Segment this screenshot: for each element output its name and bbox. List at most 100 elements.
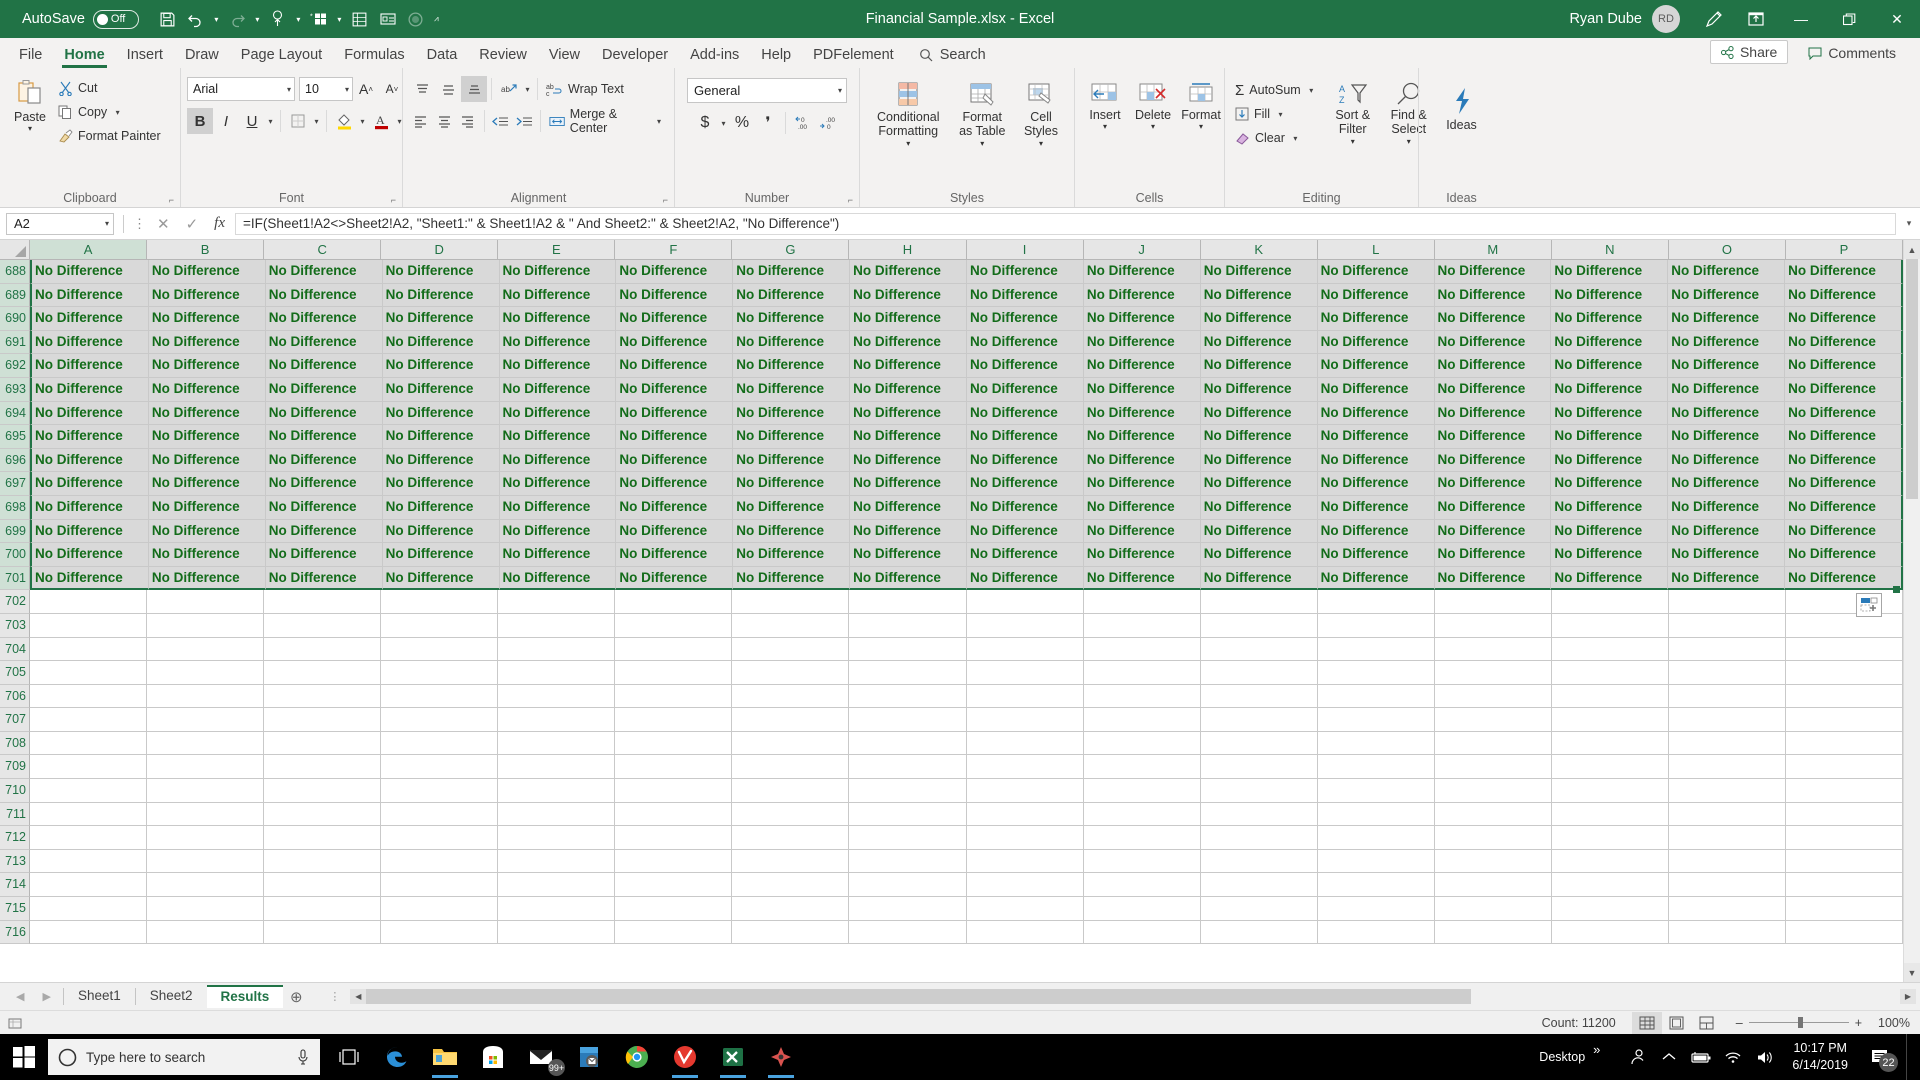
- row-header-689[interactable]: 689: [0, 283, 30, 308]
- sheet-tab-sheet2[interactable]: Sheet2: [136, 985, 207, 1008]
- row-header-694[interactable]: 694: [0, 401, 30, 426]
- cell-A705[interactable]: [30, 661, 148, 685]
- close-button[interactable]: ✕: [1874, 0, 1920, 38]
- accounting-format-button[interactable]: $: [692, 110, 718, 136]
- cell-F715[interactable]: [615, 897, 733, 921]
- font-name-combo[interactable]: Arial ▾: [187, 77, 295, 101]
- cell-F688[interactable]: No Difference: [616, 260, 734, 284]
- cell-A708[interactable]: [30, 731, 148, 756]
- cell-A698[interactable]: No Difference: [30, 495, 149, 520]
- fill-caret-icon[interactable]: ▾: [1275, 110, 1286, 119]
- cell-J701[interactable]: No Difference: [1083, 566, 1201, 591]
- cell-M692[interactable]: No Difference: [1434, 354, 1552, 378]
- cell-C701[interactable]: No Difference: [265, 566, 383, 591]
- touch-caret-icon[interactable]: ▾: [293, 6, 304, 32]
- cell-N693[interactable]: No Difference: [1551, 377, 1669, 402]
- row-header-705[interactable]: 705: [0, 661, 30, 685]
- cell-F714[interactable]: [615, 873, 733, 898]
- cell-G705[interactable]: [732, 661, 850, 685]
- underline-button[interactable]: U: [239, 108, 265, 134]
- cell-I699[interactable]: No Difference: [967, 519, 1084, 544]
- tab-data[interactable]: Data: [416, 45, 469, 69]
- cell-F690[interactable]: No Difference: [616, 307, 734, 331]
- cell-I688[interactable]: No Difference: [967, 260, 1084, 284]
- cell-P703[interactable]: [1785, 613, 1903, 638]
- tab-file[interactable]: File: [8, 45, 53, 69]
- autosum-caret-icon[interactable]: ▾: [1306, 86, 1317, 95]
- cell-P710[interactable]: [1785, 779, 1903, 803]
- cell-F708[interactable]: [615, 731, 733, 756]
- cell-I708[interactable]: [966, 731, 1084, 756]
- row-header-704[interactable]: 704: [0, 637, 30, 662]
- cell-J698[interactable]: No Difference: [1083, 495, 1201, 520]
- cell-I696[interactable]: No Difference: [967, 448, 1084, 473]
- cell-O688[interactable]: No Difference: [1668, 260, 1786, 284]
- middle-align-button[interactable]: [435, 76, 461, 102]
- copy-button[interactable]: Copy ▾: [54, 100, 165, 124]
- normal-view-icon[interactable]: [1631, 1011, 1662, 1034]
- cell-C711[interactable]: [264, 802, 382, 827]
- cell-L709[interactable]: [1317, 755, 1435, 780]
- cell-F713[interactable]: [615, 849, 733, 874]
- sheet-nav-arrows[interactable]: ◀ ▶: [0, 990, 63, 1003]
- cell-O707[interactable]: [1668, 708, 1786, 732]
- cell-K689[interactable]: No Difference: [1200, 283, 1318, 308]
- decrease-decimal-button[interactable]: .00 0: [816, 110, 842, 136]
- tab-insert[interactable]: Insert: [116, 45, 174, 69]
- cell-N715[interactable]: [1551, 897, 1669, 921]
- sort-icon[interactable]: [347, 6, 373, 32]
- cell-L701[interactable]: No Difference: [1317, 566, 1435, 591]
- cell-N694[interactable]: No Difference: [1551, 401, 1669, 426]
- cell-J713[interactable]: [1083, 849, 1201, 874]
- cell-G700[interactable]: No Difference: [733, 543, 851, 567]
- cell-L693[interactable]: No Difference: [1317, 377, 1435, 402]
- cell-O712[interactable]: [1668, 826, 1786, 850]
- cell-D694[interactable]: No Difference: [382, 401, 500, 426]
- cell-O692[interactable]: No Difference: [1668, 354, 1786, 378]
- format-cells-button[interactable]: Format ▾: [1177, 78, 1225, 136]
- row-header-691[interactable]: 691: [0, 330, 30, 355]
- cell-A695[interactable]: No Difference: [30, 425, 149, 449]
- microsoft-store-icon[interactable]: [470, 1034, 516, 1080]
- cell-A715[interactable]: [30, 897, 148, 921]
- insert-cells-button[interactable]: Insert ▾: [1081, 78, 1129, 136]
- cell-P700[interactable]: No Difference: [1785, 543, 1903, 567]
- cell-E697[interactable]: No Difference: [499, 472, 617, 496]
- cell-A694[interactable]: No Difference: [30, 401, 149, 426]
- cell-M691[interactable]: No Difference: [1434, 330, 1552, 355]
- cell-E712[interactable]: [498, 826, 616, 850]
- cell-I702[interactable]: [966, 590, 1084, 614]
- cell-G706[interactable]: [732, 684, 850, 709]
- cell-P713[interactable]: [1785, 849, 1903, 874]
- cell-C706[interactable]: [264, 684, 382, 709]
- cell-C688[interactable]: No Difference: [265, 260, 383, 284]
- cell-H716[interactable]: [849, 920, 967, 945]
- accounting-caret-icon[interactable]: ▾: [718, 119, 729, 128]
- scroll-right-arrow-icon[interactable]: ▶: [1900, 989, 1916, 1004]
- cell-F702[interactable]: [615, 590, 733, 614]
- tab-developer[interactable]: Developer: [591, 45, 679, 69]
- cell-E710[interactable]: [498, 779, 616, 803]
- show-hidden-icons-icon[interactable]: [1654, 1034, 1684, 1080]
- cell-J691[interactable]: No Difference: [1083, 330, 1201, 355]
- cell-J707[interactable]: [1083, 708, 1201, 732]
- column-header-G[interactable]: G: [732, 240, 850, 260]
- cell-L707[interactable]: [1317, 708, 1435, 732]
- decrease-indent-button[interactable]: [489, 108, 513, 134]
- cell-M705[interactable]: [1434, 661, 1552, 685]
- cell-N711[interactable]: [1551, 802, 1669, 827]
- people-icon[interactable]: [1622, 1034, 1652, 1080]
- cell-K696[interactable]: No Difference: [1200, 448, 1318, 473]
- cell-A689[interactable]: No Difference: [30, 283, 149, 308]
- cell-M716[interactable]: [1434, 920, 1552, 945]
- cell-E695[interactable]: No Difference: [499, 425, 617, 449]
- cell-C695[interactable]: No Difference: [265, 425, 383, 449]
- cell-B702[interactable]: [147, 590, 265, 614]
- cell-H697[interactable]: No Difference: [850, 472, 967, 496]
- battery-icon[interactable]: [1686, 1034, 1716, 1080]
- align-left-button[interactable]: [409, 108, 433, 134]
- tab-page-layout[interactable]: Page Layout: [230, 45, 333, 69]
- cell-P711[interactable]: [1785, 802, 1903, 827]
- cell-I690[interactable]: No Difference: [967, 307, 1084, 331]
- paste-button[interactable]: Paste ▾: [6, 74, 54, 138]
